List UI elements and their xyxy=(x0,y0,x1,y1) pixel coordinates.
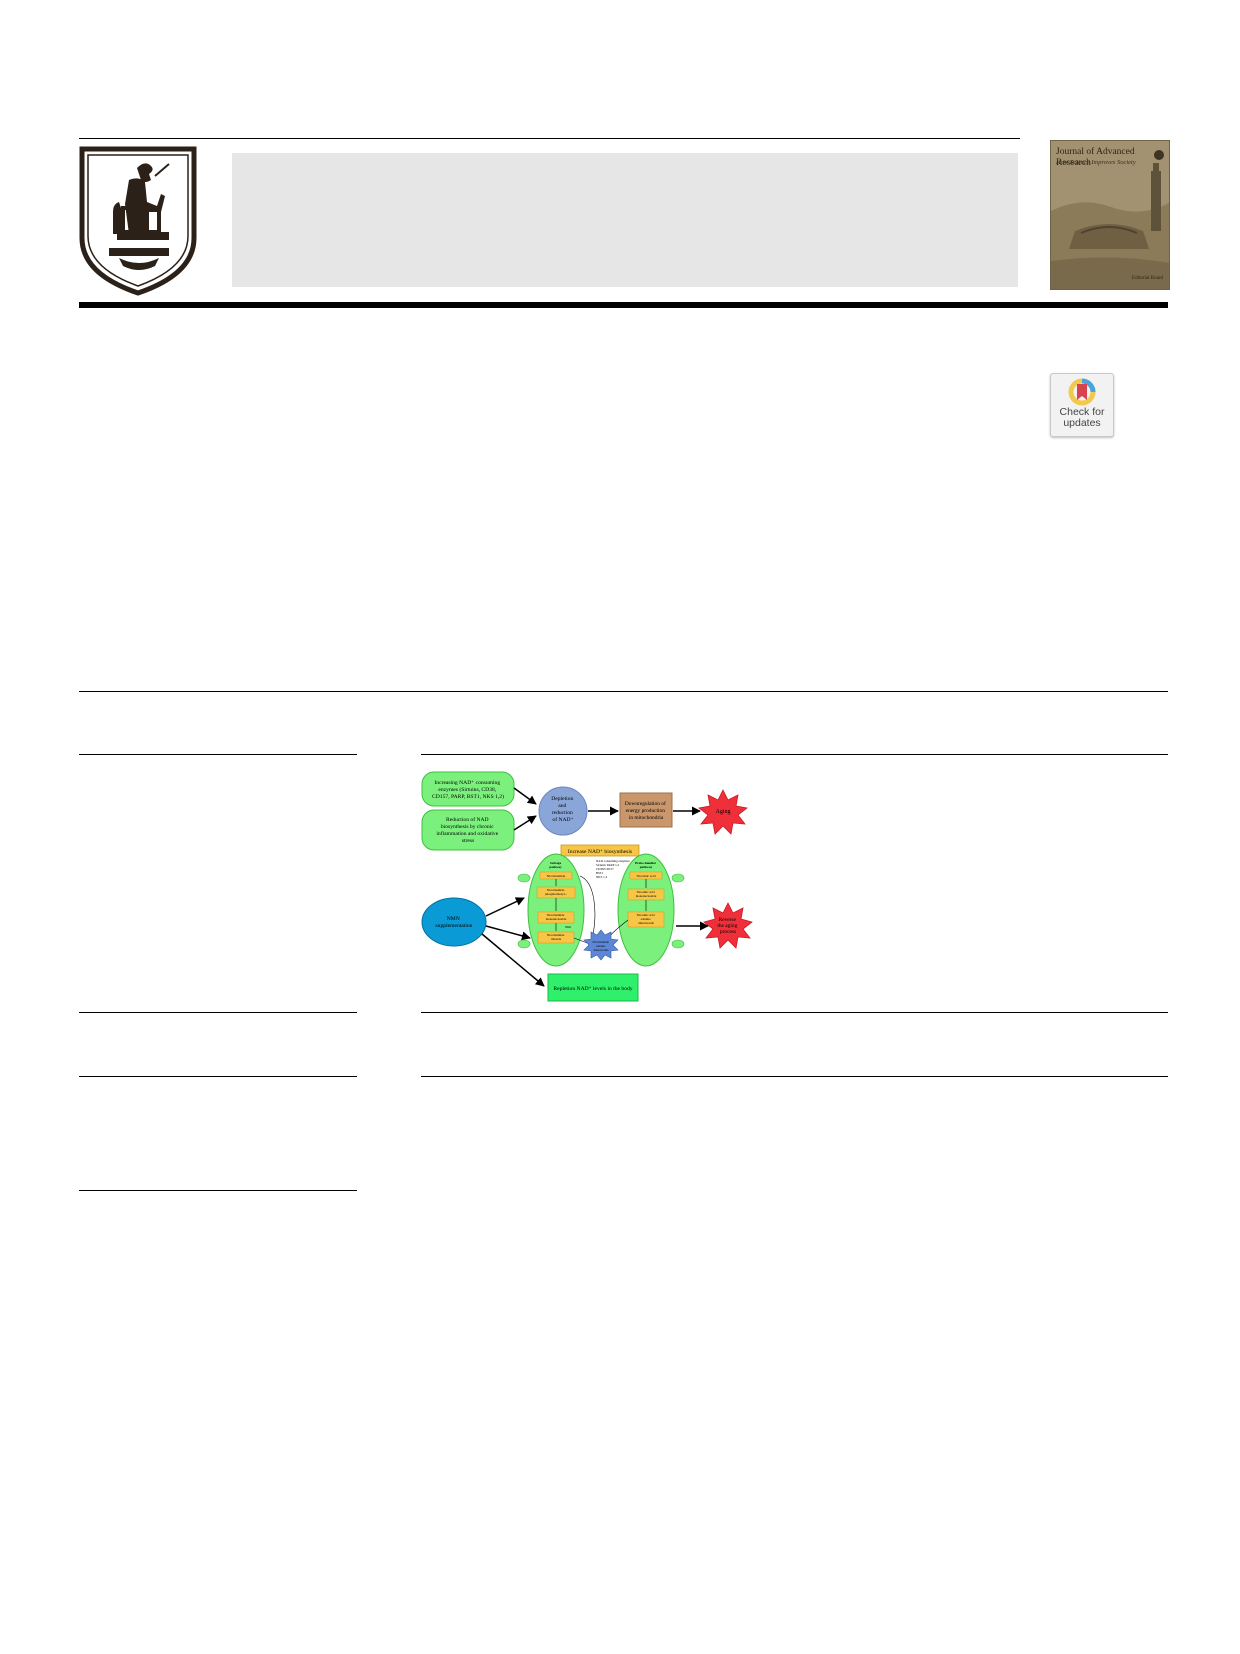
cover-footer: Editorial Board xyxy=(1132,276,1163,281)
svg-text:Reverse the aging: Reverse the aging process xyxy=(717,917,738,935)
left-column-rule-4 xyxy=(79,1190,357,1191)
crossmark-icon xyxy=(1068,378,1096,406)
header-thick-rule xyxy=(79,302,1168,308)
journal-cover-image: Journal of Advanced Research How Science… xyxy=(1050,140,1170,290)
svg-text:Nicotinamide phosphoribo: Nicotinamide phosphoribosyl... xyxy=(545,888,567,896)
header-top-rule xyxy=(79,138,1020,139)
right-column-rule-3 xyxy=(421,1076,1168,1077)
badge-line-2: updates xyxy=(1063,417,1101,429)
svg-text:Nicotinic acid: Nicotinic acid xyxy=(636,874,655,878)
svg-text:Aging: Aging xyxy=(716,809,731,815)
left-column-rule-1 xyxy=(79,754,357,755)
svg-text:NRK: NRK xyxy=(565,925,572,929)
svg-text:Nicotinic acid mononucle: Nicotinic acid mononucleotide xyxy=(636,890,657,898)
university-logo xyxy=(79,146,197,296)
graphical-abstract: Increasing NAD⁺ consuming enzymes (Sirtu… xyxy=(420,762,770,1008)
title-banner xyxy=(232,153,1018,287)
section-rule-full xyxy=(79,691,1168,692)
svg-text:Increase NAD⁺ biosynthesis: Increase NAD⁺ biosynthesis xyxy=(568,848,632,855)
left-column-rule-3 xyxy=(79,1076,357,1077)
svg-text:Nicotinamide mononucleot: Nicotinamide mononucleotide xyxy=(546,913,567,921)
reduction-biosynthesis-box xyxy=(421,809,515,851)
nmn-supplementation-ellipse xyxy=(421,897,487,947)
right-column-rule-2 xyxy=(421,1012,1168,1013)
svg-text:Repletion NAD⁺ levels in the b: Repletion NAD⁺ levels in the body xyxy=(553,985,632,992)
svg-text:Increasing NAD⁺ consuming: Increasing NAD⁺ consuming enzymes (Sirtu… xyxy=(432,779,504,800)
svg-text:Nicotinamide: Nicotinamide xyxy=(547,874,566,878)
right-column-rule-1 xyxy=(421,754,1168,755)
left-column-rule-2 xyxy=(79,1012,357,1013)
cover-subtitle: How Science Improves Society xyxy=(1056,159,1136,166)
svg-text:Downregulation of energy: Downregulation of energy production in m… xyxy=(625,800,667,821)
svg-text:Depletion and redu: Depletion and reduction of NAD⁺ xyxy=(551,796,574,823)
check-for-updates-badge[interactable]: Check for updates xyxy=(1050,373,1114,437)
